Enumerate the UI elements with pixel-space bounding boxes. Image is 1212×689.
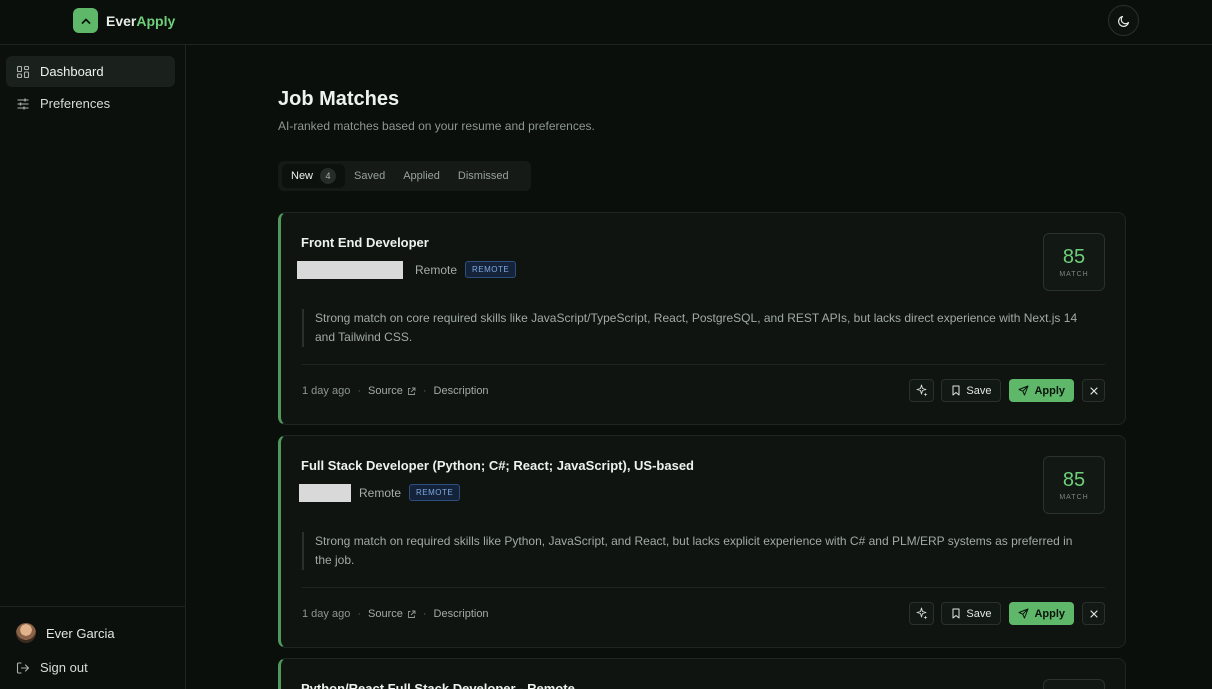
- match-score: 85 MATCH: [1043, 233, 1105, 291]
- apply-label: Apply: [1034, 607, 1065, 620]
- sidebar: Dashboard Preferences Ever Garcia Sign o…: [0, 45, 186, 689]
- app-logo[interactable]: [73, 8, 98, 33]
- source-label: Source: [368, 385, 403, 397]
- dismiss-button[interactable]: [1082, 379, 1105, 402]
- tab-dismissed[interactable]: Dismissed: [449, 164, 518, 188]
- ai-tailor-button[interactable]: [909, 379, 935, 402]
- job-title[interactable]: Front End Developer: [301, 235, 429, 250]
- brand-part-2: Apply: [136, 13, 176, 29]
- tab-count-badge: 4: [320, 168, 337, 184]
- source-link[interactable]: Source: [368, 608, 416, 620]
- job-card: Front End Developer Remote REMOTE 85 MAT…: [278, 212, 1126, 425]
- tab-label: Applied: [403, 170, 440, 182]
- job-actions: Save Apply: [909, 379, 1105, 402]
- close-icon: [1089, 386, 1098, 395]
- tab-label: Saved: [354, 170, 386, 182]
- source-label: Source: [368, 608, 403, 620]
- job-meta: 1 day ago · Source · Description: [302, 608, 489, 620]
- sign-out-label: Sign out: [40, 660, 88, 675]
- match-score-value: 85: [1062, 469, 1086, 491]
- bookmark-icon: [952, 385, 960, 396]
- match-score-label: MATCH: [1059, 494, 1089, 501]
- sparkles-icon: [916, 384, 928, 397]
- moon-icon: [1117, 15, 1129, 27]
- top-bar: EverApply: [0, 0, 1212, 45]
- brand-name: EverApply: [106, 13, 175, 29]
- apply-button[interactable]: Apply: [1009, 379, 1074, 402]
- sign-out-button[interactable]: Sign out: [16, 660, 88, 675]
- sliders-icon: [16, 97, 30, 111]
- external-link-icon: [407, 610, 416, 618]
- avatar: [16, 623, 36, 643]
- remote-badge: REMOTE: [409, 484, 461, 501]
- close-icon: [1089, 609, 1098, 618]
- theme-toggle-button[interactable]: [1108, 5, 1139, 36]
- status-tabs: New 4 Saved Applied Dismissed: [278, 161, 531, 191]
- company-name-redacted: [297, 261, 403, 279]
- sidebar-item-label: Dashboard: [40, 64, 104, 79]
- separator-dot: ·: [357, 608, 361, 620]
- external-link-icon: [407, 387, 416, 395]
- save-label: Save: [966, 384, 992, 397]
- description-link[interactable]: Description: [434, 608, 489, 620]
- separator-dot: ·: [357, 385, 361, 397]
- match-reason: Strong match on core required skills lik…: [302, 309, 1084, 347]
- apply-label: Apply: [1034, 384, 1065, 397]
- tab-applied[interactable]: Applied: [394, 164, 449, 188]
- grid-icon: [16, 65, 30, 79]
- source-link[interactable]: Source: [368, 385, 416, 397]
- match-score-value: 85: [1062, 246, 1086, 268]
- send-icon: [1018, 385, 1029, 396]
- card-divider: [302, 364, 1105, 365]
- description-link[interactable]: Description: [434, 385, 489, 397]
- sidebar-item-preferences[interactable]: Preferences: [6, 88, 175, 119]
- user-profile[interactable]: Ever Garcia: [16, 623, 115, 643]
- save-button[interactable]: Save: [941, 379, 1002, 402]
- page-title: Job Matches: [278, 88, 400, 110]
- posted-time: 1 day ago: [302, 608, 351, 620]
- bookmark-icon: [952, 608, 960, 619]
- match-score-label: MATCH: [1059, 271, 1089, 278]
- send-icon: [1018, 608, 1029, 619]
- tab-label: New: [291, 170, 314, 182]
- job-card: Full Stack Developer (Python; C#; React;…: [278, 435, 1126, 648]
- brand-part-1: Ever: [106, 13, 137, 29]
- match-score: [1043, 679, 1105, 689]
- sparkles-icon: [916, 607, 928, 620]
- company-name-redacted: [299, 484, 351, 502]
- match-reason: Strong match on required skills like Pyt…: [302, 532, 1084, 570]
- apply-button[interactable]: Apply: [1009, 602, 1074, 625]
- remote-badge: REMOTE: [465, 261, 517, 278]
- card-divider: [302, 587, 1105, 588]
- tab-new[interactable]: New 4: [282, 164, 346, 188]
- chevron-up-icon: [81, 18, 90, 24]
- save-label: Save: [966, 607, 992, 620]
- job-actions: Save Apply: [909, 602, 1105, 625]
- separator-dot: ·: [422, 385, 427, 397]
- job-location: Remote: [359, 486, 402, 500]
- job-meta: 1 day ago · Source · Description: [302, 385, 489, 397]
- posted-time: 1 day ago: [302, 385, 351, 397]
- sidebar-divider: [0, 606, 186, 607]
- job-card: Python/React Full Stack Developer - Remo…: [278, 658, 1126, 689]
- match-score: 85 MATCH: [1043, 456, 1105, 514]
- separator-dot: ·: [422, 608, 427, 620]
- page-subtitle: AI-ranked matches based on your resume a…: [278, 119, 595, 133]
- logout-icon: [16, 661, 30, 675]
- job-title[interactable]: Python/React Full Stack Developer - Remo…: [301, 681, 575, 689]
- job-title[interactable]: Full Stack Developer (Python; C#; React;…: [301, 458, 694, 473]
- ai-tailor-button[interactable]: [909, 602, 935, 625]
- sidebar-item-dashboard[interactable]: Dashboard: [6, 56, 175, 87]
- save-button[interactable]: Save: [941, 602, 1002, 625]
- job-location: Remote: [415, 263, 458, 277]
- sidebar-item-label: Preferences: [40, 96, 111, 111]
- tab-saved[interactable]: Saved: [345, 164, 394, 188]
- tab-label: Dismissed: [457, 170, 509, 182]
- dismiss-button[interactable]: [1082, 602, 1105, 625]
- user-name: Ever Garcia: [46, 625, 115, 641]
